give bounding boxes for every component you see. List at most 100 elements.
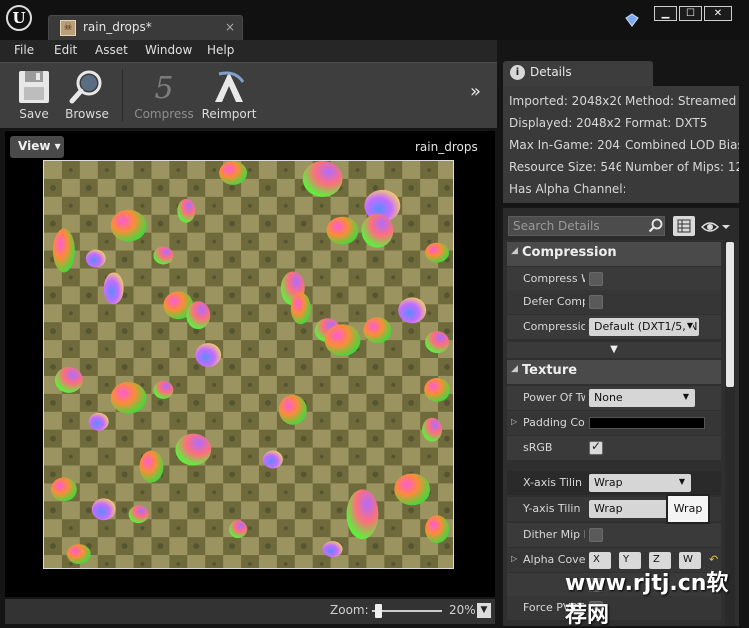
prop-label: Power Of Tw <box>523 391 585 404</box>
info-displayed: Displayed: 2048x20 <box>509 116 621 130</box>
maximize-button[interactable]: ☐ <box>679 6 702 21</box>
reimport-button[interactable]: Reimport <box>200 66 258 124</box>
browse-label: Browse <box>65 107 109 121</box>
info-has-alpha: Has Alpha Channel: <box>509 182 625 196</box>
toolbar-overflow-icon[interactable]: » <box>470 81 481 102</box>
toolbar: Save Browse 5 Compress Reimport » <box>0 62 497 128</box>
view-menu-button[interactable]: View ▾ <box>10 136 64 158</box>
combo-value: Default (DXT1/5, N <box>594 320 698 333</box>
padding-color-swatch[interactable] <box>589 417 705 429</box>
menu-asset[interactable]: Asset <box>95 43 128 57</box>
save-icon <box>19 71 49 103</box>
document-tab[interactable]: ☠ rain_drops* × <box>48 15 243 40</box>
compress-button[interactable]: 5 Compress <box>132 66 196 124</box>
save-button[interactable]: Save <box>6 66 62 124</box>
eye-icon <box>700 222 730 232</box>
title-bar: U ☠ rain_drops* × ▁ ☐ ✕ <box>0 0 749 40</box>
reimport-label: Reimport <box>201 107 257 121</box>
prop-srgb: sRGB <box>507 436 721 461</box>
expand-advanced-icon: ▼ <box>610 344 618 355</box>
collapse-arrow-icon: ◢ <box>511 246 518 256</box>
zoom-value: 20% <box>449 603 476 617</box>
tab-close-icon[interactable]: × <box>225 20 235 34</box>
prop-power-of-two: Power Of Tw None ▼ <box>507 386 721 411</box>
combo-value: Wrap <box>594 476 623 489</box>
minimize-button[interactable]: ▁ <box>654 6 677 21</box>
view-options-button[interactable] <box>700 219 733 235</box>
prop-label: Compressio <box>523 320 585 333</box>
zoom-bar: Zoom: 20% ▼ <box>5 599 495 624</box>
collapse-arrow-icon: ◢ <box>511 364 518 374</box>
srgb-checkbox[interactable] <box>589 439 603 455</box>
x-axis-tiling-combo[interactable]: Wrap ▼ <box>589 474 691 492</box>
category-texture[interactable]: ◢ Texture <box>507 360 721 384</box>
reimport-icon <box>215 71 245 102</box>
info-num-mips: Number of Mips: 12 <box>625 160 739 174</box>
texture-name-label: rain_drops <box>415 140 478 154</box>
details-search-row <box>503 208 739 240</box>
site-watermark: www.rjtj.cn软荐网 <box>565 571 729 628</box>
prop-label: X-axis Tilin <box>523 476 583 489</box>
menu-window[interactable]: Window <box>145 43 192 57</box>
details-scrollbar-thumb[interactable] <box>726 242 734 387</box>
menu-help[interactable]: Help <box>207 43 234 57</box>
y-axis-tiling-combo[interactable]: Wrap <box>589 500 675 518</box>
grid-icon <box>677 219 691 233</box>
search-input[interactable] <box>508 216 665 236</box>
info-resource-size: Resource Size: 5461 <box>509 160 621 174</box>
prop-label: Compress W <box>523 272 585 285</box>
power-of-two-combo[interactable]: None ▼ <box>589 389 695 407</box>
zoom-slider-thumb[interactable] <box>375 604 382 618</box>
prop-padding-color: ▷ Padding Co <box>507 411 721 436</box>
close-button[interactable]: ✕ <box>704 6 732 21</box>
texture-info-box: Imported: 2048x204 Displayed: 2048x20 Ma… <box>503 86 739 203</box>
expand-arrow-icon[interactable]: ▷ <box>511 417 517 426</box>
menu-file[interactable]: File <box>14 43 34 57</box>
defer-compression-checkbox[interactable] <box>589 295 603 309</box>
prop-label: sRGB <box>523 441 553 454</box>
compress-label: Compress <box>134 107 194 121</box>
browse-button[interactable]: Browse <box>62 66 112 124</box>
prop-x-axis-tiling: X-axis Tilin Wrap ▼ <box>507 471 721 496</box>
zoom-slider-track <box>372 610 442 612</box>
save-label: Save <box>19 107 49 121</box>
compress-without-alpha-checkbox[interactable] <box>589 272 603 286</box>
compress-icon: 5 <box>154 71 173 106</box>
combo-value: None <box>594 391 623 404</box>
prop-label: Y-axis Tilin <box>523 502 581 515</box>
info-format: Format: DXT5 <box>625 116 708 130</box>
category-compression[interactable]: ◢ Compression <box>507 242 721 266</box>
category-texture-label: Texture <box>522 363 578 378</box>
zoom-slider[interactable] <box>372 604 442 618</box>
magnifier-icon <box>69 70 102 104</box>
prop-compress-without-alpha: Compress W <box>507 267 721 292</box>
prop-label: Padding Co <box>523 416 585 429</box>
prop-label: Dither Mip M <box>523 528 585 541</box>
prop-label: Defer Comp <box>523 295 585 308</box>
menu-edit[interactable]: Edit <box>54 43 77 57</box>
unreal-logo-icon: U <box>6 5 32 31</box>
svg-text:5: 5 <box>154 71 173 106</box>
search-icon[interactable] <box>648 218 663 233</box>
show-advanced-button[interactable]: ▼ <box>507 342 721 358</box>
expand-arrow-icon[interactable]: ▷ <box>511 554 517 563</box>
property-matrix-button[interactable] <box>673 216 695 236</box>
dither-mip-checkbox[interactable] <box>589 528 603 542</box>
compression-settings-combo[interactable]: Default (DXT1/5, N ▼ <box>589 318 699 336</box>
combo-value: Wrap <box>594 502 623 515</box>
info-combined-lod: Combined LOD Bias <box>625 138 739 152</box>
category-compression-label: Compression <box>522 245 617 260</box>
chevron-down-icon: ▼ <box>684 321 693 330</box>
details-tab-label: Details <box>530 65 572 79</box>
texture-asset-icon: ☠ <box>60 20 76 36</box>
notification-icon[interactable] <box>624 12 640 28</box>
info-max-in-game: Max In-Game: 2048: <box>509 138 621 152</box>
zoom-dropdown-icon[interactable]: ▼ <box>477 603 491 618</box>
details-tab[interactable]: i Details <box>503 61 653 86</box>
texture-viewport[interactable]: View ▾ rain_drops <box>5 131 495 597</box>
prop-dither-mip-alpha: Dither Mip M <box>507 523 721 548</box>
prop-defer-compression: Defer Comp <box>507 290 721 315</box>
zoom-label: Zoom: <box>330 603 369 617</box>
info-imported: Imported: 2048x204 <box>509 94 621 108</box>
chevron-down-icon: ▼ <box>682 392 689 401</box>
